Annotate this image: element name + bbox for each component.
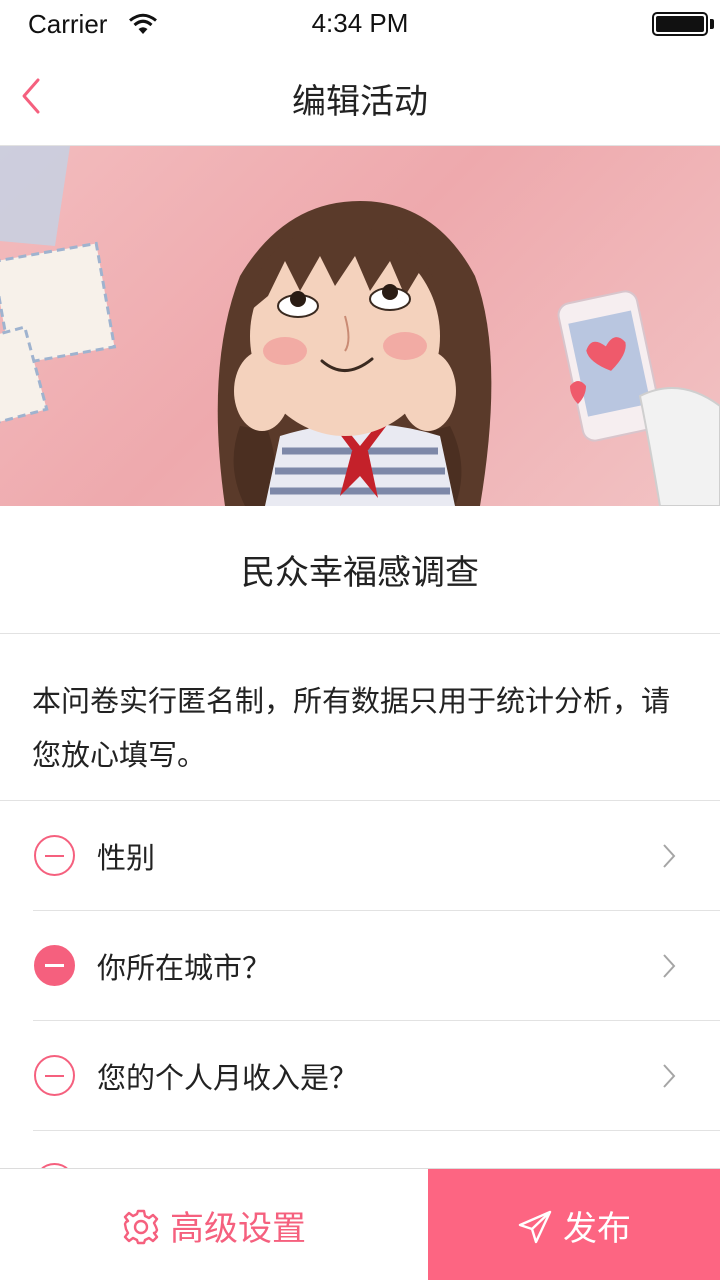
page-title: 编辑活动 [292,82,428,122]
question-label: 性别 [97,841,156,875]
chevron-right-icon [663,844,676,868]
question-item[interactable]: 您的个人月收入是？ [0,1021,720,1131]
publish-button[interactable]: 发布 [428,1169,720,1280]
advanced-settings-label: 高级设置 [170,1208,306,1249]
bottom-action-bar: 高级设置 发布 [0,1168,720,1280]
send-icon [518,1210,552,1244]
nav-bar: 编辑活动 [0,46,720,146]
question-item[interactable]: 你所在城市？ [0,911,720,1021]
question-item[interactable]: 性别 [0,801,720,911]
survey-title[interactable]: 民众幸福感调查 [0,506,720,634]
question-label: 你所在城市？ [97,951,272,985]
advanced-settings-button[interactable]: 高级设置 [0,1169,428,1280]
status-bar: Carrier 4:34 PM [0,0,720,46]
question-list: 性别 你所在城市？ 您的个人月收入是？ [0,801,720,1171]
remove-question-icon[interactable] [34,1055,75,1096]
remove-question-icon[interactable] [34,945,75,986]
question-item-partial[interactable] [0,1131,720,1171]
battery-tip [710,19,714,29]
remove-question-icon[interactable] [34,835,75,876]
gear-icon [123,1209,159,1245]
chevron-right-icon [663,1064,676,1088]
survey-description[interactable]: 本问卷实行匿名制，所有数据只用于统计分析，请您放心填写。 [0,634,720,801]
battery-icon [652,12,708,36]
banner-image[interactable] [0,146,720,506]
question-label: 您的个人月收入是？ [97,1061,359,1095]
banner-illustration [0,146,720,506]
status-time: 4:34 PM [311,8,409,38]
publish-label: 发布 [563,1208,631,1249]
chevron-right-icon [663,954,676,978]
